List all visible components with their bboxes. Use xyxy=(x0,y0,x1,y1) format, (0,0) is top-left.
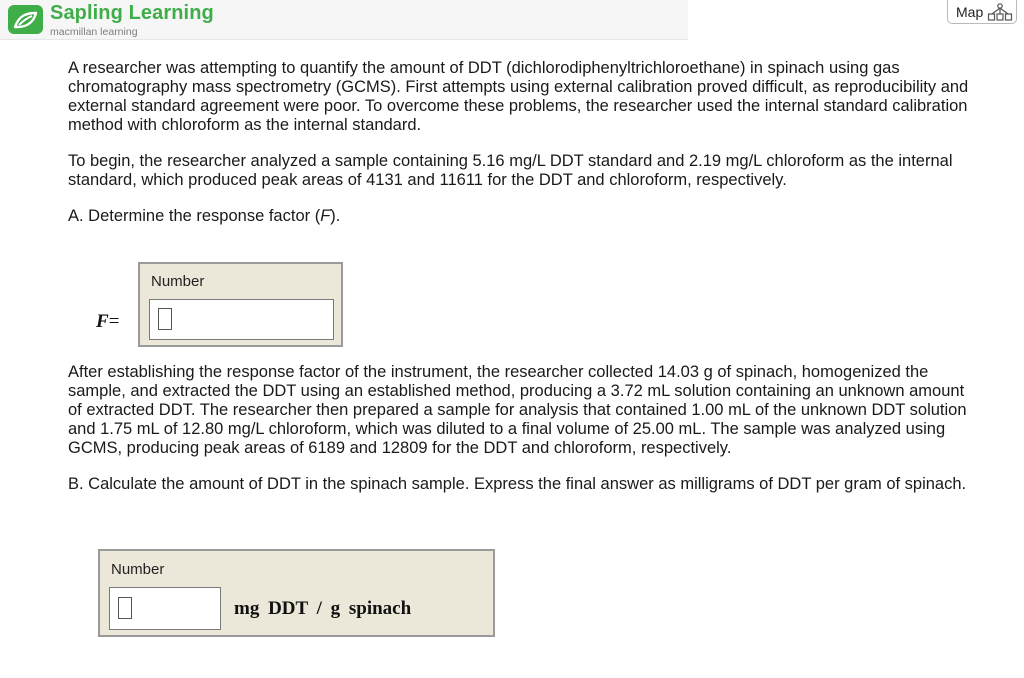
response-factor-var: F xyxy=(96,311,109,332)
brand-subtitle: macmillan learning xyxy=(50,26,138,38)
part-a-number-label: Number xyxy=(151,273,205,290)
part-b-question: B. Calculate the amount of DDT in the sp… xyxy=(68,475,967,493)
header-bar: Sapling Learning macmillan learning xyxy=(0,0,688,40)
map-tree-icon xyxy=(988,2,1013,21)
problem-middle-block: After establishing the response factor o… xyxy=(68,363,978,494)
part-a-prefix: A. Determine the response factor ( xyxy=(68,207,321,225)
unit-label: mg DDT / g spinach xyxy=(234,598,412,619)
sapling-logo[interactable]: Sapling Learning macmillan learning xyxy=(8,3,214,38)
problem-content: A researcher was attempting to quantify … xyxy=(68,59,978,226)
part-a-var: F xyxy=(320,207,331,225)
problem-setup: To begin, the researcher analyzed a samp… xyxy=(68,152,953,189)
response-factor-input[interactable] xyxy=(149,299,334,340)
part-a-answer-box: Number xyxy=(138,262,343,347)
sapling-leaf-icon xyxy=(8,5,43,34)
brand-name: Sapling Learning xyxy=(50,2,214,24)
input-cursor xyxy=(118,597,132,619)
ddt-amount-input[interactable] xyxy=(109,587,221,630)
map-button-label: Map xyxy=(956,3,984,20)
response-factor-label: F= xyxy=(96,311,119,333)
input-cursor xyxy=(158,308,172,330)
problem-intro: A researcher was attempting to quantify … xyxy=(68,59,969,134)
part-a-suffix: ). xyxy=(330,207,341,225)
equals-sign: = xyxy=(108,311,120,332)
part-b-number-label: Number xyxy=(111,561,165,578)
map-button[interactable]: Map xyxy=(947,0,1017,24)
problem-middle: After establishing the response factor o… xyxy=(68,363,967,457)
part-a-question: A. Determine the response factor (F). xyxy=(68,207,978,226)
part-b-answer-box: Number mg DDT / g spinach xyxy=(98,549,495,637)
